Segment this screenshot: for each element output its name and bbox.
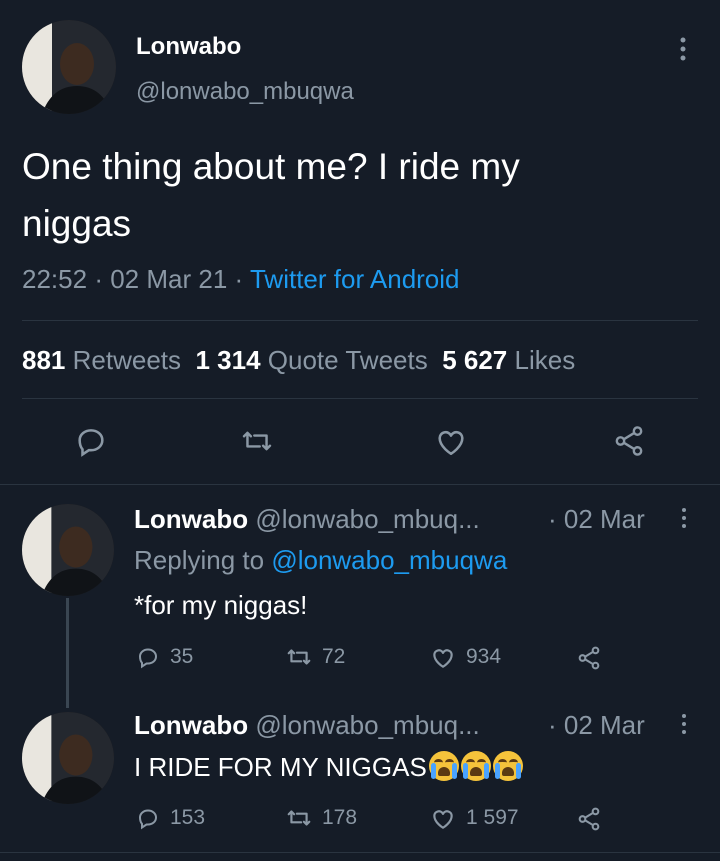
divider: [22, 320, 698, 321]
reply-header: Lonwabo @lonwabo_mbuq...: [134, 504, 480, 535]
retweets-label: Retweets: [72, 345, 182, 375]
reply-date[interactable]: · 02 Mar: [548, 504, 645, 535]
replying-prefix: Replying to: [134, 545, 265, 575]
share-icon[interactable]: [612, 424, 646, 458]
reply-count: 153: [170, 806, 206, 829]
main-tweet-text-line2: niggas: [22, 203, 132, 244]
heart-icon: [430, 806, 456, 830]
divider: [22, 398, 698, 399]
reply-avatar[interactable]: [22, 712, 114, 804]
heart-icon: [430, 645, 456, 669]
likes-count: 5 627: [442, 345, 508, 375]
likes-stat[interactable]: 5 627 Likes: [442, 345, 575, 375]
quotes-label: Quote Tweets: [267, 345, 428, 375]
thread-connector: [66, 598, 69, 708]
retweet-icon: [286, 806, 312, 830]
reply-icon: [136, 806, 160, 830]
more-options-icon[interactable]: [678, 506, 690, 530]
retweet-action[interactable]: 72: [286, 645, 345, 669]
main-avatar[interactable]: [22, 20, 116, 114]
retweets-stat[interactable]: 881 Retweets: [22, 345, 181, 375]
reply-date[interactable]: · 02 Mar: [548, 710, 645, 741]
reply-text: *for my niggas!: [134, 590, 308, 620]
tweet-meta: 22:52 · 02 Mar 21 · Twitter for Android: [22, 264, 460, 295]
quotes-count: 1 314: [195, 345, 261, 375]
tweet-date[interactable]: 02 Mar 21: [110, 264, 227, 294]
reply-avatar[interactable]: [22, 504, 114, 596]
main-author-handle[interactable]: @lonwabo_mbuqwa: [136, 78, 354, 106]
heart-icon[interactable]: [434, 425, 468, 457]
retweet-action[interactable]: 178: [286, 806, 357, 830]
retweet-count: 72: [322, 645, 346, 668]
share-icon[interactable]: [576, 806, 602, 832]
reply-author-name[interactable]: Lonwabo: [134, 710, 248, 740]
retweet-count: 178: [322, 806, 358, 829]
more-options-icon[interactable]: [678, 712, 690, 736]
main-tweet-text-line1: One thing about me? I ride my: [22, 146, 520, 187]
share-icon[interactable]: [576, 645, 602, 671]
reply-author-handle[interactable]: @lonwabo_mbuq...: [255, 504, 479, 534]
more-options-icon[interactable]: [676, 34, 690, 64]
crying-face-emoji-icon: [428, 751, 459, 781]
replying-handle-link[interactable]: @lonwabo_mbuqwa: [271, 545, 507, 575]
reply-count: 35: [170, 645, 194, 668]
divider: [0, 484, 720, 485]
tweet-source-link[interactable]: Twitter for Android: [250, 264, 460, 294]
reply-text-row: I RIDE FOR MY NIGGAS: [134, 751, 523, 783]
reply-text: I RIDE FOR MY NIGGAS: [134, 752, 427, 782]
main-author-name[interactable]: Lonwabo: [136, 33, 241, 61]
reply-header: Lonwabo @lonwabo_mbuq...: [134, 710, 480, 741]
retweet-icon[interactable]: [240, 426, 274, 456]
crying-face-emoji-icon: [492, 751, 523, 781]
meta-separator: ·: [234, 264, 244, 294]
like-count: 1 597: [466, 806, 519, 829]
like-action[interactable]: 1 597: [430, 806, 519, 830]
meta-separator: ·: [94, 264, 103, 294]
crying-face-emoji-icon: [460, 751, 491, 781]
retweets-count: 881: [22, 345, 66, 375]
reply-icon[interactable]: [74, 424, 108, 458]
reply-action[interactable]: 35: [136, 645, 193, 669]
like-count: 934: [466, 645, 502, 668]
replying-to: Replying to @lonwabo_mbuqwa: [134, 545, 507, 576]
reply-author-handle[interactable]: @lonwabo_mbuq...: [255, 710, 479, 740]
like-action[interactable]: 934: [430, 645, 501, 669]
tweet-stats: 881 Retweets 1 314 Quote Tweets 5 627 Li…: [22, 345, 575, 376]
retweet-icon: [286, 645, 312, 669]
reply-icon: [136, 645, 160, 669]
reply-author-name[interactable]: Lonwabo: [134, 504, 248, 534]
reply-action[interactable]: 153: [136, 806, 205, 830]
likes-label: Likes: [514, 345, 576, 375]
tweet-time[interactable]: 22:52: [22, 264, 87, 294]
quotes-stat[interactable]: 1 314 Quote Tweets: [195, 345, 427, 375]
divider: [0, 852, 720, 853]
